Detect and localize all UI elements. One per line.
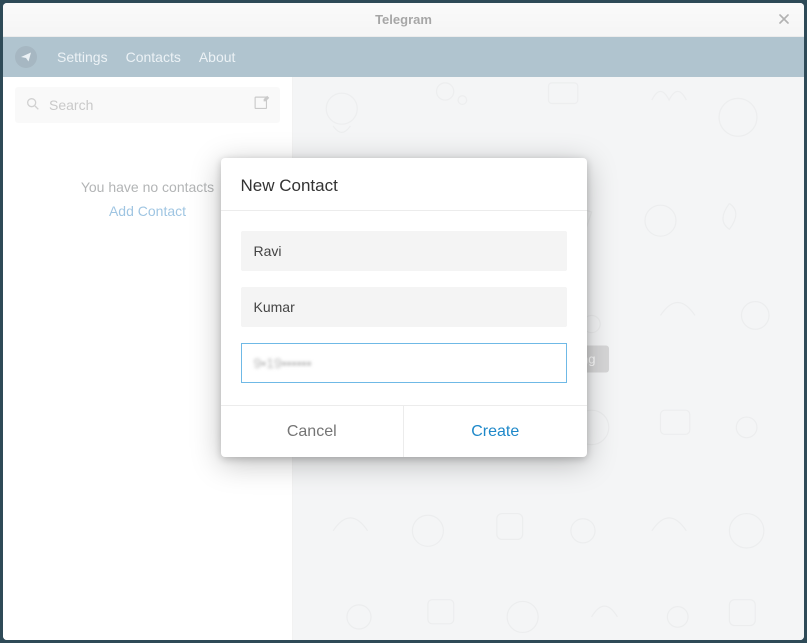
new-contact-dialog: New Contact 9▪19▪▪▪▪▪▪ Cancel Create: [221, 158, 587, 457]
last-name-input[interactable]: [241, 287, 567, 327]
phone-input-value: 9▪19▪▪▪▪▪▪: [254, 355, 312, 371]
dialog-actions: Cancel Create: [221, 405, 587, 457]
dialog-body: 9▪19▪▪▪▪▪▪: [221, 211, 587, 405]
first-name-input[interactable]: [241, 231, 567, 271]
dialog-title: New Contact: [221, 158, 587, 211]
create-button[interactable]: Create: [404, 406, 587, 457]
modal-overlay: New Contact 9▪19▪▪▪▪▪▪ Cancel Create: [3, 3, 804, 640]
phone-input[interactable]: 9▪19▪▪▪▪▪▪: [241, 343, 567, 383]
app-window: Telegram Settings Contacts About Search: [3, 3, 804, 640]
cancel-button[interactable]: Cancel: [221, 406, 405, 457]
